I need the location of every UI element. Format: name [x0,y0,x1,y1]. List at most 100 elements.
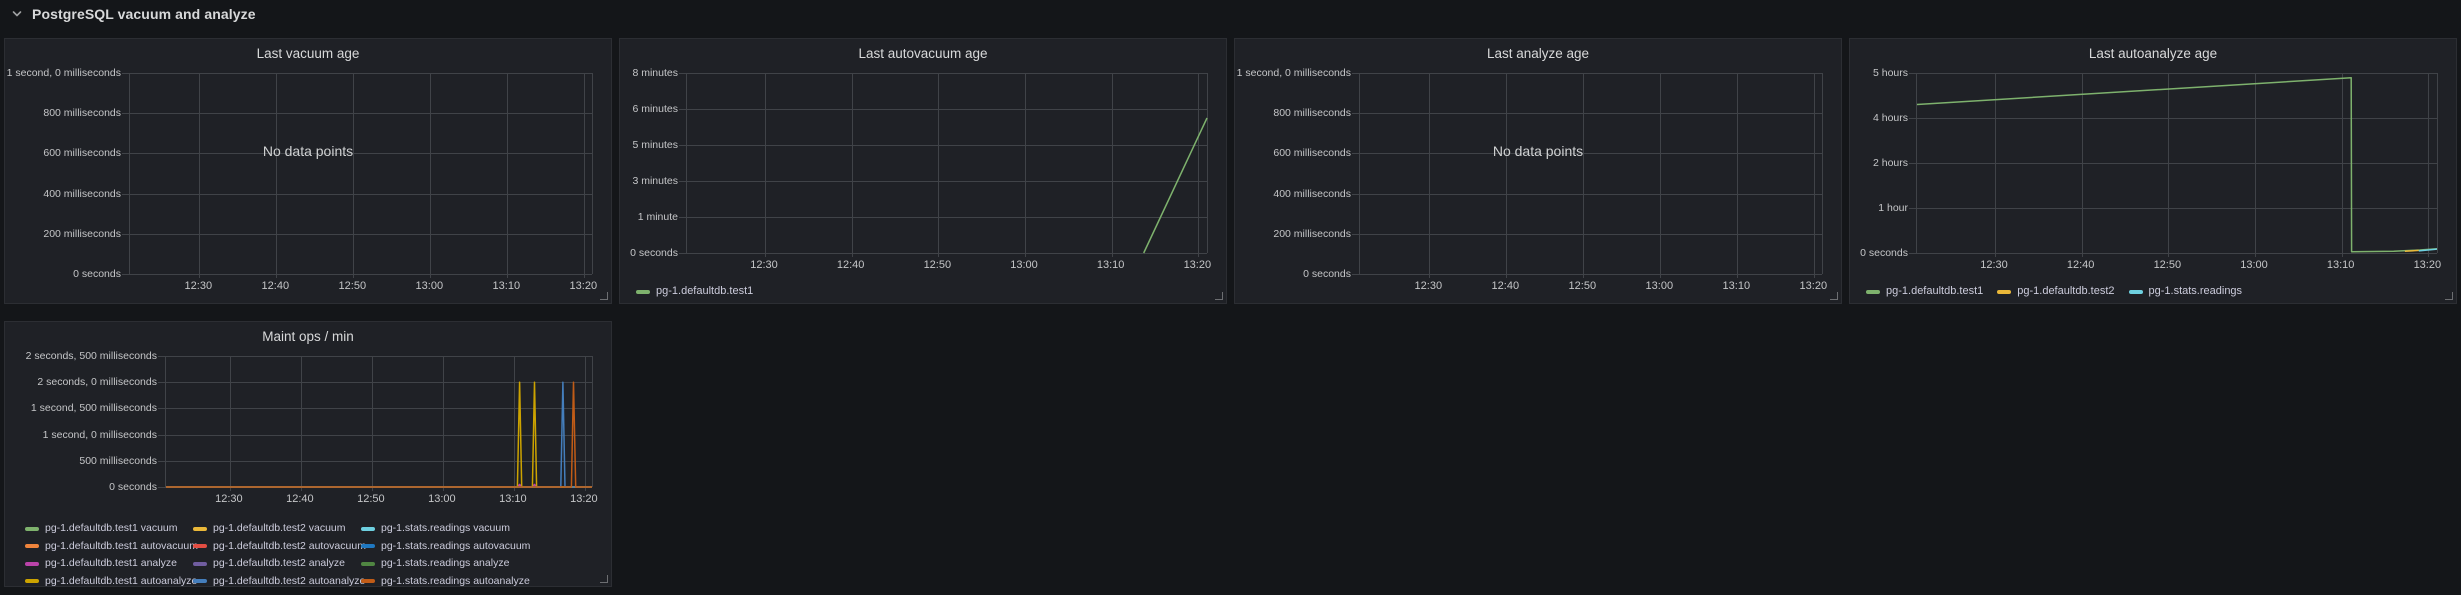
panel-resize-handle[interactable] [1215,292,1223,300]
legend-item[interactable]: pg-1.stats.readings analyze [361,557,605,570]
plot-area[interactable] [165,356,593,487]
legend-series-label: pg-1.defaultdb.test2 analyze [213,557,345,570]
legend-item[interactable]: pg-1.stats.readings vacuum [361,522,605,535]
x-tick-label: 13:10 [476,280,536,292]
x-tick-label: 13:00 [1629,280,1689,292]
panel-maint-ops-per-min: Maint ops / min 2 seconds, 500 milliseco… [4,321,612,587]
legend-item[interactable]: pg-1.defaultdb.test2 autovacuum [193,540,361,553]
y-tick-label: 1 hour [1878,202,1908,214]
y-axis-labels: 5 hours4 hours2 hours1 hour0 seconds [1850,73,1908,253]
panel-title[interactable]: Last vacuum age [5,46,611,61]
y-tick-label: 0 seconds [73,268,121,280]
legend-series-label: pg-1.stats.readings autovacuum [381,540,530,553]
legend-item[interactable]: pg-1.defaultdb.test1 autovacuum [25,540,193,553]
legend-series-color-icon [1866,290,1880,294]
legend-series-label: pg-1.defaultdb.test2 [2017,285,2114,298]
x-tick-label: 12:50 [907,259,967,271]
legend-series-color-icon [361,579,375,583]
legend-item[interactable]: pg-1.defaultdb.test2 [1997,285,2114,298]
legend-series-label: pg-1.defaultdb.test2 autoanalyze [213,575,365,588]
x-tick-label: 12:40 [821,259,881,271]
legend-series-label: pg-1.defaultdb.test2 autovacuum [213,540,366,553]
y-axis-labels: 8 minutes6 minutes5 minutes3 minutes1 mi… [620,73,678,253]
legend-series-label: pg-1.defaultdb.test2 vacuum [213,522,346,535]
chart-canvas [1360,73,1822,274]
legend-item[interactable]: pg-1.defaultdb.test2 autoanalyze [193,575,361,588]
plot-area[interactable] [1916,73,2438,253]
panel-title[interactable]: Last analyze age [1235,46,1841,61]
panel-resize-handle[interactable] [1830,292,1838,300]
y-tick-label: 200 milliseconds [43,228,121,240]
x-tick-label: 13:20 [1167,259,1227,271]
y-tick-label: 500 milliseconds [79,455,157,467]
x-tick-label: 13:00 [399,280,459,292]
y-tick-label: 5 minutes [632,139,678,151]
legend-item[interactable]: pg-1.defaultdb.test1 analyze [25,557,193,570]
y-tick-label: 200 milliseconds [1273,228,1351,240]
x-tick-label: 13:20 [554,493,614,505]
y-tick-label: 5 hours [1873,67,1908,79]
y-tick-label: 2 seconds, 500 milliseconds [26,350,157,362]
panel-last-autovacuum-age: Last autovacuum age 8 minutes 6 minutes 5 … [619,38,1227,304]
x-tick-label: 13:00 [994,259,1054,271]
legend-item[interactable]: pg-1.defaultdb.test2 analyze [193,557,361,570]
legend-series-label: pg-1.stats.readings vacuum [381,522,510,535]
legend-series-color-icon [193,562,207,566]
chart-canvas [1917,73,2437,253]
x-tick-label: 12:30 [1398,280,1458,292]
y-tick-label: 2 seconds, 0 milliseconds [37,376,157,388]
panel-resize-handle[interactable] [600,575,608,583]
plot-area[interactable] [686,73,1208,253]
legend-series-color-icon [25,579,39,583]
x-tick-label: 12:40 [245,280,305,292]
chart-canvas [166,356,592,487]
legend: pg-1.defaultdb.test1 [636,285,1220,298]
legend-item[interactable]: pg-1.defaultdb.test1 vacuum [25,522,193,535]
panel-resize-handle[interactable] [600,292,608,300]
y-tick-label: 1 second, 0 milliseconds [7,67,121,79]
series-line [166,382,592,487]
legend-item[interactable]: pg-1.defaultdb.test1 autoanalyze [25,575,193,588]
x-tick-label: 13:10 [1081,259,1141,271]
legend-series-color-icon [361,544,375,548]
panel-title[interactable]: Last autoanalyze age [1850,46,2456,61]
legend-item[interactable]: pg-1.defaultdb.test1 [636,285,753,298]
legend-item[interactable]: pg-1.stats.readings [2129,285,2243,298]
legend-series-color-icon [25,544,39,548]
legend-series-label: pg-1.defaultdb.test1 analyze [45,557,177,570]
legend-item[interactable]: pg-1.stats.readings autovacuum [361,540,605,553]
panel-title[interactable]: Maint ops / min [5,329,611,344]
panel-last-vacuum-age: Last vacuum age 1 second, 0 milliseconds… [4,38,612,304]
x-tick-label: 13:10 [483,493,543,505]
row-title[interactable]: PostgreSQL vacuum and analyze [32,6,256,22]
series-line [166,382,592,487]
panel-resize-handle[interactable] [2445,292,2453,300]
x-tick-label: 12:40 [270,493,330,505]
dashboard: PostgreSQL vacuum and analyze Last vacuu… [0,0,2461,595]
x-tick-label: 12:50 [322,280,382,292]
y-tick-label: 0 seconds [1303,268,1351,280]
legend-item[interactable]: pg-1.defaultdb.test2 vacuum [193,522,361,535]
legend-series-label: pg-1.defaultdb.test1 [656,285,753,298]
plot-area[interactable] [129,73,593,274]
y-tick-label: 3 minutes [632,175,678,187]
x-tick-label: 13:20 [2397,259,2457,271]
dashboard-row-header: PostgreSQL vacuum and analyze [0,0,256,28]
legend-series-color-icon [193,544,207,548]
panel-title[interactable]: Last autovacuum age [620,46,1226,61]
series-line [1144,118,1207,253]
legend-series-color-icon [193,579,207,583]
legend-item[interactable]: pg-1.defaultdb.test1 [1866,285,1983,298]
legend-series-label: pg-1.stats.readings [2149,285,2243,298]
legend-item[interactable]: pg-1.stats.readings autoanalyze [361,575,605,588]
legend-series-label: pg-1.stats.readings analyze [381,557,509,570]
plot-area[interactable] [1359,73,1823,274]
legend-series-label: pg-1.defaultdb.test1 autoanalyze [45,575,197,588]
legend: pg-1.defaultdb.test1 vacuumpg-1.defaultd… [25,520,605,590]
y-tick-label: 6 minutes [632,103,678,115]
x-tick-label: 13:00 [2224,259,2284,271]
y-tick-label: 8 minutes [632,67,678,79]
x-tick-label: 12:30 [1964,259,2024,271]
y-axis-labels: 1 second, 0 milliseconds800 milliseconds… [1235,73,1351,274]
chevron-down-icon[interactable] [10,7,24,21]
